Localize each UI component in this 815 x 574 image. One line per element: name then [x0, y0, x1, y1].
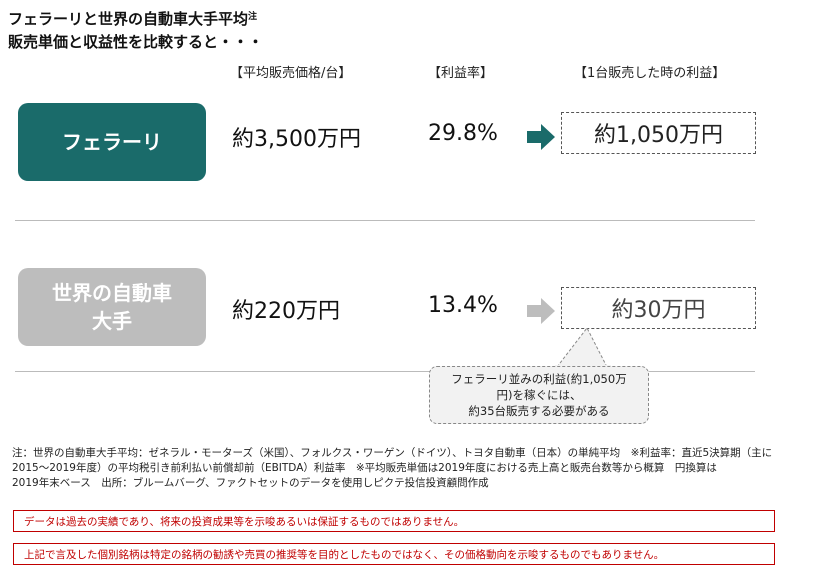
footnote: 注：世界の自動車大手平均：ゼネラル・モーターズ（米国）、フォルクス・ワーゲン（ド…	[12, 446, 802, 491]
footnote-line-3: 2019年末ベース 出所：ブルームバーグ、ファクトセットのデータを使用しピクテ投…	[12, 477, 489, 489]
world-automakers-profit: 約30万円	[611, 298, 706, 323]
column-header-rate: 【利益率】	[428, 66, 494, 81]
world-automakers-label-line-1: 世界の自動車	[52, 281, 172, 305]
ferrari-label: フェラーリ	[62, 130, 162, 154]
callout-line-2: 円)を稼ぐには、	[496, 388, 582, 402]
footnote-line-1: 注：世界の自動車大手平均：ゼネラル・モーターズ（米国）、フォルクス・ワーゲン（ド…	[12, 447, 773, 459]
title-line-1: フェラーリと世界の自動車大手平均	[8, 10, 249, 28]
title-line-2: 販売単価と収益性を比較すると・・・	[8, 33, 264, 51]
callout-bubble: フェラーリ並みの利益(約1,050万 円)を稼ぐには、 約35台販売する必要があ…	[429, 366, 649, 424]
callout-line-3: 約35台販売する必要がある	[468, 404, 610, 418]
ferrari-profit-box: 約1,050万円	[561, 112, 756, 154]
callout-pointer	[555, 327, 611, 369]
disclaimer-box-1: データは過去の実績であり、将来の投資成果等を示唆あるいは保証するものではありませ…	[13, 510, 775, 532]
callout-line-1: フェラーリ並みの利益(約1,050万	[451, 372, 627, 386]
disclaimer-text-2: 上記で言及した個別銘柄は特定の銘柄の勧誘や売買の推奨等を目的としたものではなく、…	[24, 548, 665, 561]
page-title: フェラーリと世界の自動車大手平均注 販売単価と収益性を比較すると・・・	[8, 8, 263, 54]
ferrari-rate: 29.8%	[428, 121, 498, 146]
ferrari-arrow-icon	[527, 124, 555, 150]
disclaimer-box-2: 上記で言及した個別銘柄は特定の銘柄の勧誘や売買の推奨等を目的としたものではなく、…	[13, 543, 775, 565]
ferrari-price: 約3,500万円	[232, 127, 361, 152]
world-automakers-arrow-icon	[527, 298, 555, 324]
ferrari-label-box: フェラーリ	[18, 103, 206, 181]
world-automakers-rate: 13.4%	[428, 293, 498, 318]
world-automakers-label-line-2: 大手	[92, 309, 132, 333]
world-automakers-profit-box: 約30万円	[561, 287, 756, 329]
row-divider-1	[15, 220, 755, 221]
column-header-profit: 【1台販売した時の利益】	[574, 66, 726, 81]
column-header-price: 【平均販売価格/台】	[230, 66, 352, 81]
world-automakers-label-box: 世界の自動車 大手	[18, 268, 206, 346]
disclaimer-text-1: データは過去の実績であり、将来の投資成果等を示唆あるいは保証するものではありませ…	[24, 515, 465, 528]
footnote-line-2: 2015～2019年度）の平均税引き前利払い前償却前（EBITDA）利益率 ※平…	[12, 462, 717, 474]
world-automakers-price: 約220万円	[232, 299, 340, 324]
ferrari-profit: 約1,050万円	[594, 123, 723, 148]
title-note-mark: 注	[248, 12, 258, 22]
